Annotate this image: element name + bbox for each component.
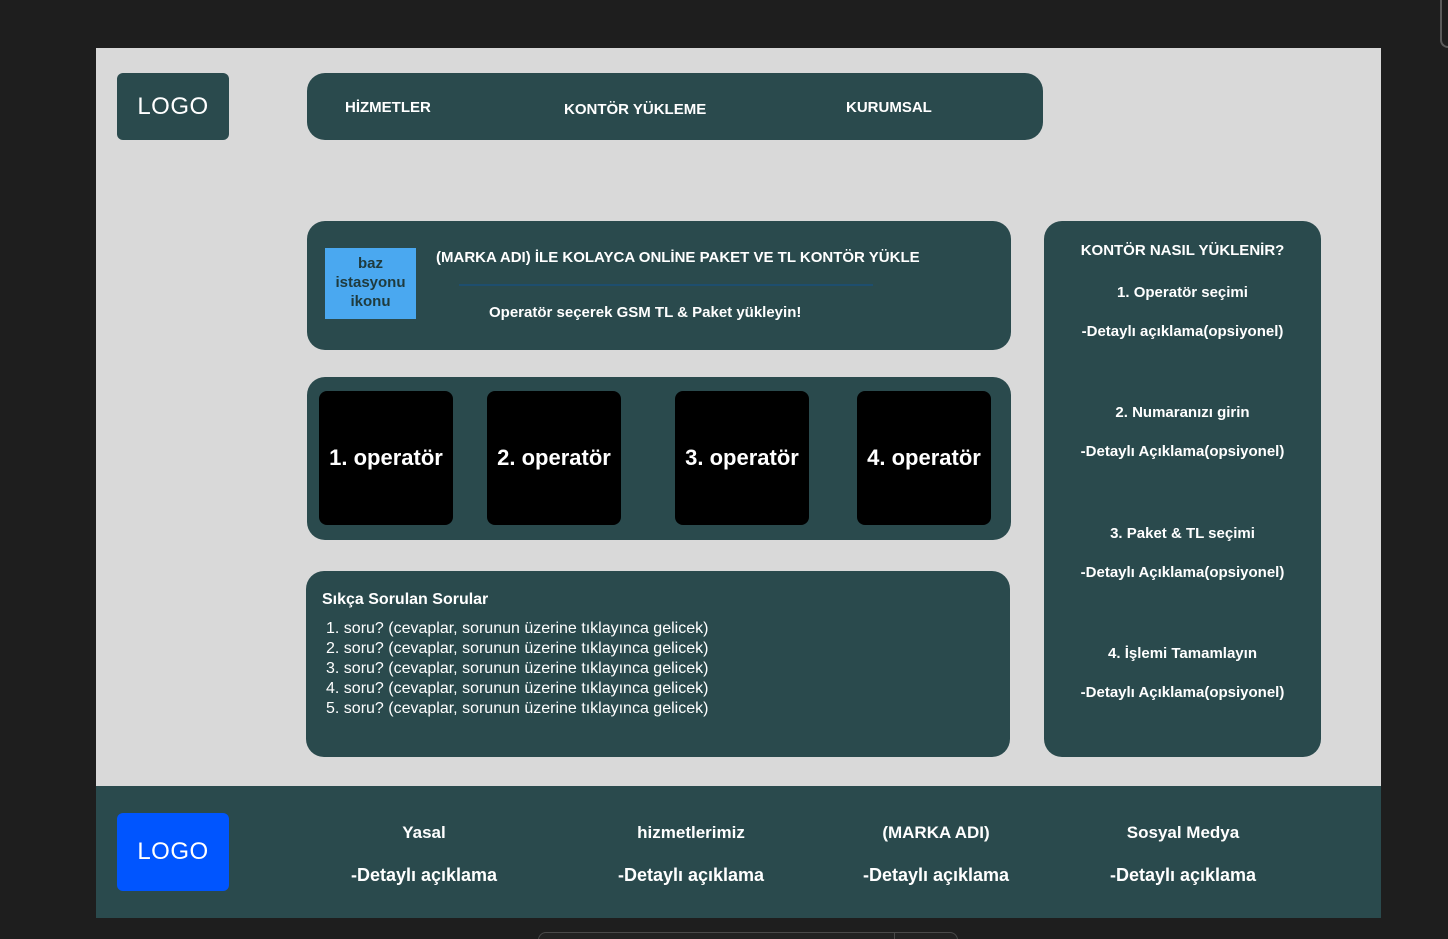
footer-column-hizmetlerimiz: hizmetlerimiz -Detaylı açıklama: [571, 823, 811, 886]
site-footer: LOGO Yasal -Detaylı açıklama hizmetlerim…: [96, 786, 1381, 918]
howto-step-3-label: 3. Paket & TL seçimi: [1110, 525, 1255, 542]
hero-banner: baz istasyonu ikonu (MARKA ADI) İLE KOLA…: [307, 221, 1011, 350]
operator-3-button[interactable]: 3. operatör: [675, 391, 809, 525]
howto-step-2-label: 2. Numaranızı girin: [1115, 404, 1250, 421]
footer-column-title[interactable]: Sosyal Medya: [1063, 823, 1303, 843]
howto-step-4-label: 4. İşlemi Tamamlayın: [1108, 645, 1257, 662]
nav-item-hizmetler[interactable]: HİZMETLER: [345, 99, 431, 116]
footer-column-detail: -Detaylı açıklama: [862, 865, 1010, 885]
howto-panel: KONTÖR NASIL YÜKLENİR? 1. Operatör seçim…: [1044, 221, 1321, 757]
nav-item-kurumsal[interactable]: KURUMSAL: [846, 99, 932, 116]
footer-column-title[interactable]: hizmetlerimiz: [571, 823, 811, 843]
window-edge: [1440, 0, 1448, 48]
faq-item-4[interactable]: 4. soru? (cevaplar, sorunun üzerine tıkl…: [326, 679, 708, 699]
base-station-icon: baz istasyonu ikonu: [325, 248, 416, 319]
bottom-toolbar[interactable]: [538, 932, 958, 939]
footer-column-marka: (MARKA ADI) -Detaylı açıklama: [816, 823, 1056, 886]
footer-column-detail: -Detaylı açıklama: [617, 865, 765, 885]
howto-step-2-detail: -Detaylı Açıklama(opsiyonel): [1080, 443, 1285, 460]
howto-step-1-label: 1. Operatör seçimi: [1117, 284, 1248, 301]
footer-column-yasal: Yasal -Detaylı açıklama: [304, 823, 544, 886]
faq-panel: Sıkça Sorulan Sorular 1. soru? (cevaplar…: [306, 571, 1010, 757]
footer-column-title[interactable]: Yasal: [304, 823, 544, 843]
hero-divider: [459, 284, 873, 286]
howto-title: KONTÖR NASIL YÜKLENİR?: [1080, 242, 1285, 259]
header-logo[interactable]: LOGO: [117, 73, 229, 140]
faq-item-2[interactable]: 2. soru? (cevaplar, sorunun üzerine tıkl…: [326, 639, 708, 659]
faq-list: 1. soru? (cevaplar, sorunun üzerine tıkl…: [326, 619, 708, 719]
footer-column-title[interactable]: (MARKA ADI): [816, 823, 1056, 843]
faq-item-5[interactable]: 5. soru? (cevaplar, sorunun üzerine tıkl…: [326, 699, 708, 719]
operator-selector: 1. operatör 2. operatör 3. operatör 4. o…: [307, 377, 1011, 540]
footer-logo-text: LOGO: [137, 838, 209, 865]
footer-column-detail: -Detaylı açıklama: [1109, 865, 1257, 885]
operator-1-button[interactable]: 1. operatör: [319, 391, 453, 525]
faq-item-1[interactable]: 1. soru? (cevaplar, sorunun üzerine tıkl…: [326, 619, 708, 639]
footer-column-sosyal-medya: Sosyal Medya -Detaylı açıklama: [1063, 823, 1303, 886]
operator-4-button[interactable]: 4. operatör: [857, 391, 991, 525]
hero-subtitle: Operatör seçerek GSM TL & Paket yükleyin…: [489, 304, 802, 321]
howto-step-4-detail: -Detaylı Açıklama(opsiyonel): [1080, 684, 1285, 701]
main-nav: HİZMETLER KONTÖR YÜKLEME KURUMSAL: [307, 73, 1043, 140]
howto-step-3-detail: -Detaylı Açıklama(opsiyonel): [1080, 564, 1285, 581]
footer-column-detail: -Detaylı açıklama: [350, 865, 498, 885]
faq-item-3[interactable]: 3. soru? (cevaplar, sorunun üzerine tıkl…: [326, 659, 708, 679]
toolbar-divider: [894, 933, 895, 939]
faq-title: Sıkça Sorulan Sorular: [322, 591, 489, 608]
hero-title: (MARKA ADI) İLE KOLAYCA ONLİNE PAKET VE …: [436, 249, 920, 266]
howto-step-1-detail: -Detaylı açıklama(opsiyonel): [1081, 323, 1284, 340]
footer-logo[interactable]: LOGO: [117, 813, 229, 891]
operator-2-button[interactable]: 2. operatör: [487, 391, 621, 525]
header-logo-text: LOGO: [137, 92, 209, 120]
nav-item-kontor-yukleme[interactable]: KONTÖR YÜKLEME: [564, 101, 706, 118]
